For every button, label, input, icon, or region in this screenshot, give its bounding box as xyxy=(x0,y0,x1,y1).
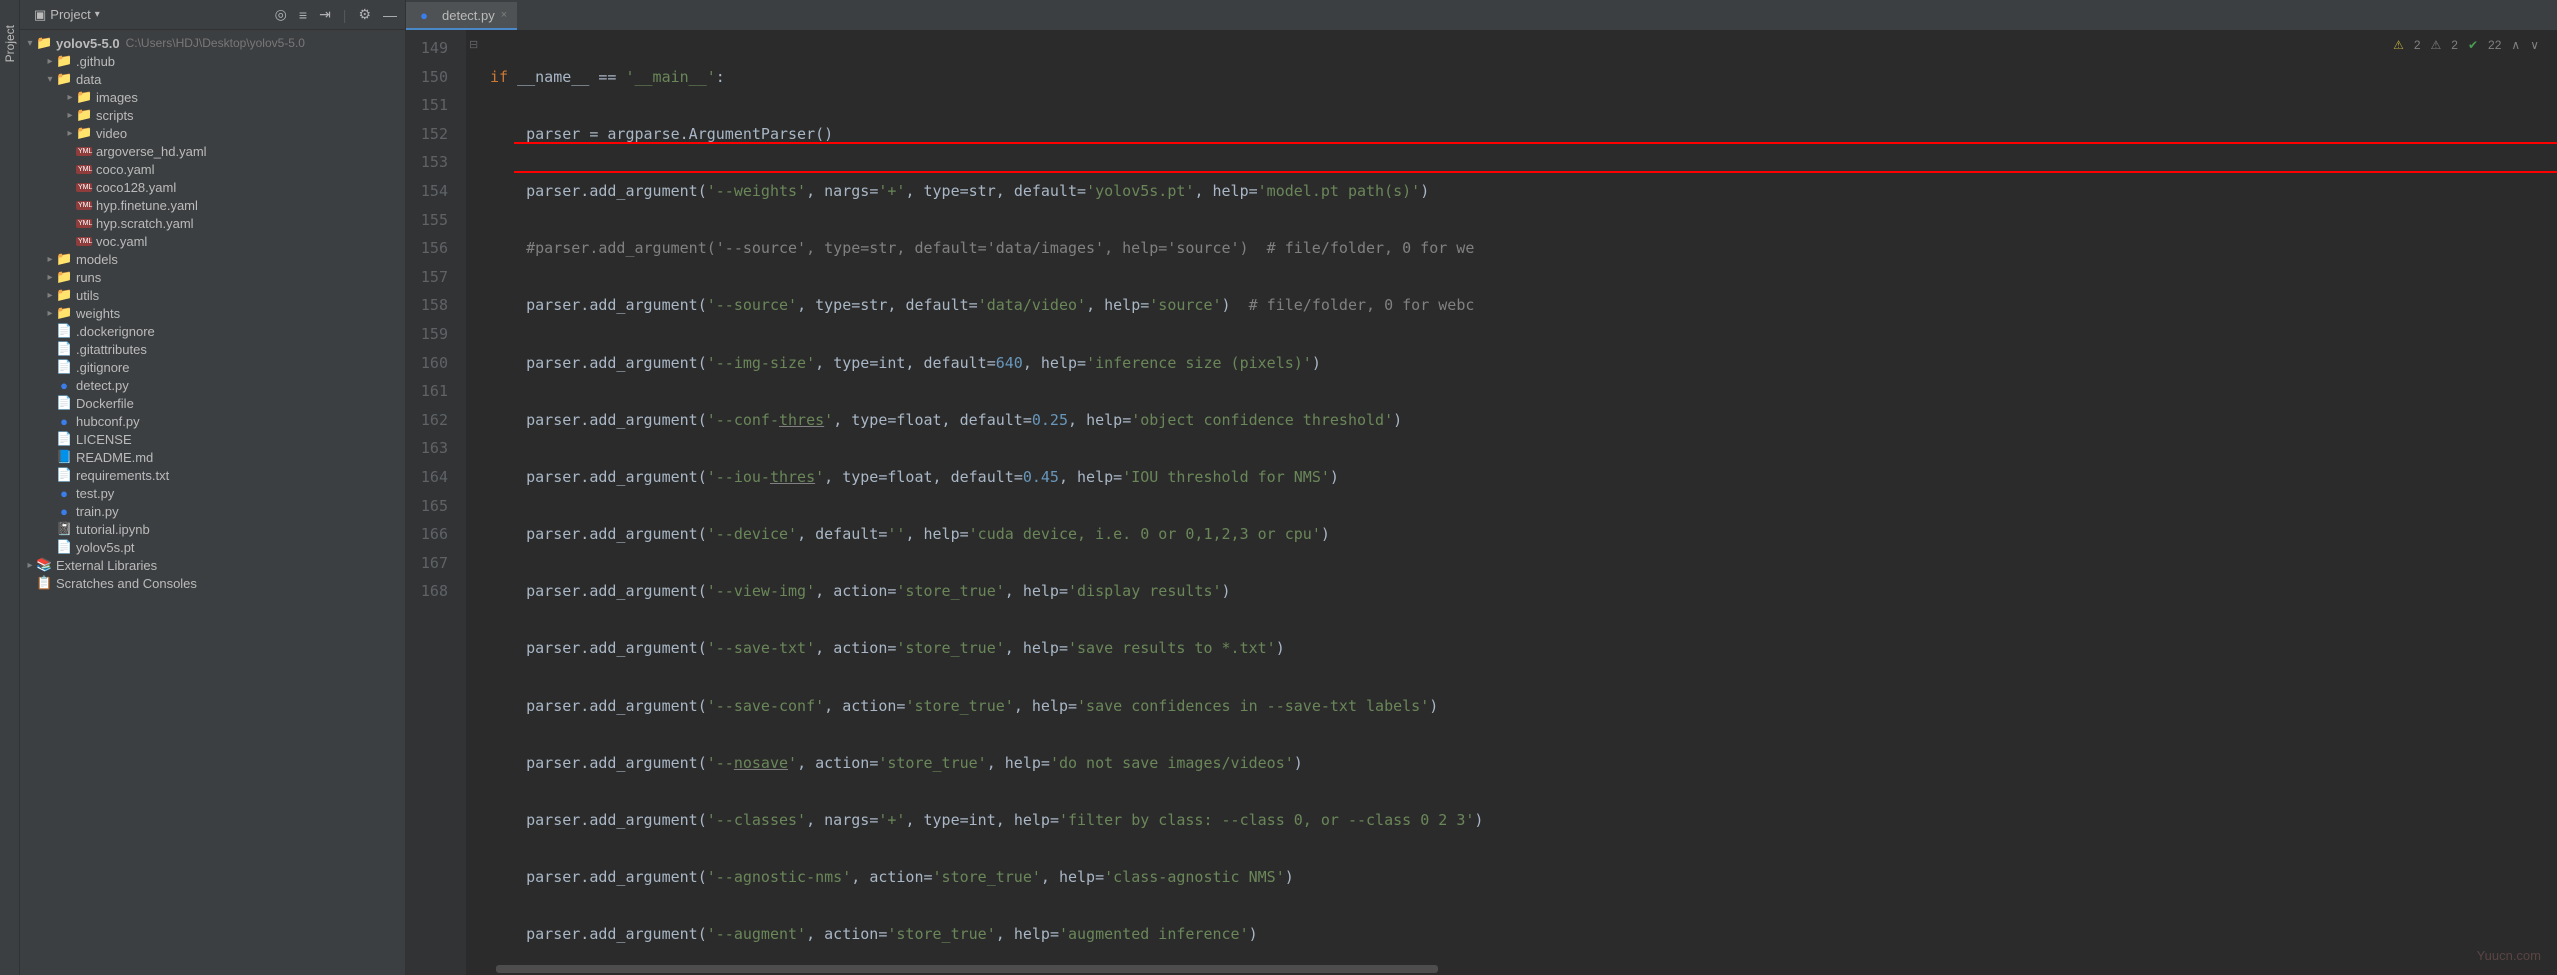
chevron-down-icon[interactable]: ∨ xyxy=(2530,38,2539,52)
project-sidebar: ▣ Project ▾ ◎ ≡ ⇥ | ⚙ — 📁yolov5-5.0C:\Us… xyxy=(20,0,406,975)
horizontal-scrollbar[interactable] xyxy=(496,963,2543,975)
chevron-down-icon: ▾ xyxy=(95,9,100,20)
file-tab-detect[interactable]: ● detect.py × xyxy=(406,2,517,30)
tree-voc[interactable]: YMLvoc.yaml xyxy=(20,232,405,250)
ln-164: 164 xyxy=(406,463,466,492)
code-area[interactable]: if __name__ == '__main__': parser = argp… xyxy=(490,30,2557,975)
tree-detect[interactable]: ●detect.py xyxy=(20,376,405,394)
ln-151: 151 xyxy=(406,91,466,120)
tree-requirements[interactable]: 📄requirements.txt xyxy=(20,466,405,484)
project-dropdown[interactable]: ▣ Project ▾ xyxy=(28,5,106,25)
tree-data[interactable]: 📁data xyxy=(20,70,405,88)
tree-extlib[interactable]: 📚External Libraries xyxy=(20,556,405,574)
ln-153: 153 xyxy=(406,148,466,177)
ln-168: 168 xyxy=(406,577,466,606)
tree-coco128[interactable]: YMLcoco128.yaml xyxy=(20,178,405,196)
vert-tab-label: Project xyxy=(3,20,17,67)
tab-filename: detect.py xyxy=(442,8,495,23)
collapse-icon[interactable]: ⇥ xyxy=(319,6,331,23)
ln-159: 159 xyxy=(406,320,466,349)
tree-argoverse[interactable]: YMLargoverse_hd.yaml xyxy=(20,142,405,160)
tree-hypscratch[interactable]: YMLhyp.scratch.yaml xyxy=(20,214,405,232)
tree-scripts[interactable]: 📁scripts xyxy=(20,106,405,124)
warn-count-1: 2 xyxy=(2414,38,2421,52)
ln-156: 156 xyxy=(406,234,466,263)
ln-160: 160 xyxy=(406,349,466,378)
scrollbar-thumb[interactable] xyxy=(496,965,1438,973)
tree-gitignore[interactable]: 📄.gitignore xyxy=(20,358,405,376)
tree-video[interactable]: 📁video xyxy=(20,124,405,142)
tree-coco[interactable]: YMLcoco.yaml xyxy=(20,160,405,178)
editor-body[interactable]: 149 150 151 152 153 154 155 156 157 158 … xyxy=(406,30,2557,975)
tree-gitattributes[interactable]: 📄.gitattributes xyxy=(20,340,405,358)
line-gutter[interactable]: 149 150 151 152 153 154 155 156 157 158 … xyxy=(406,30,466,975)
tree-models[interactable]: 📁models xyxy=(20,250,405,268)
ln-155: 155 xyxy=(406,206,466,235)
inspection-status[interactable]: ⚠ 2 ⚠ 2 ✔ 22 ∧ ∨ xyxy=(2393,38,2539,52)
ln-154: 154 xyxy=(406,177,466,206)
ln-158: 158 xyxy=(406,291,466,320)
ln-150: 150 xyxy=(406,63,466,92)
expand-icon[interactable]: ≡ xyxy=(299,7,307,23)
tree-scratches[interactable]: 📋Scratches and Consoles xyxy=(20,574,405,592)
ln-167: 167 xyxy=(406,549,466,578)
tree-utils[interactable]: 📁utils xyxy=(20,286,405,304)
ln-162: 162 xyxy=(406,406,466,435)
tree-trainpy[interactable]: ●train.py xyxy=(20,502,405,520)
project-icon: ▣ xyxy=(34,7,46,23)
project-vert-tab[interactable]: Project xyxy=(0,0,20,975)
tree-weights[interactable]: 📁weights xyxy=(20,304,405,322)
tree-dockerignore[interactable]: 📄.dockerignore xyxy=(20,322,405,340)
tree-hypfine[interactable]: YMLhyp.finetune.yaml xyxy=(20,196,405,214)
ln-161: 161 xyxy=(406,377,466,406)
tree-root[interactable]: 📁yolov5-5.0C:\Users\HDJ\Desktop\yolov5-5… xyxy=(20,34,405,52)
ln-163: 163 xyxy=(406,434,466,463)
warning-icon: ⚠ xyxy=(2393,38,2404,52)
tree-license[interactable]: 📄LICENSE xyxy=(20,430,405,448)
sidebar-toolbar: ▣ Project ▾ ◎ ≡ ⇥ | ⚙ — xyxy=(20,0,405,30)
root-path: C:\Users\HDJ\Desktop\yolov5-5.0 xyxy=(126,36,305,50)
tree-images[interactable]: 📁images xyxy=(20,88,405,106)
tree-runs[interactable]: 📁runs xyxy=(20,268,405,286)
divider: | xyxy=(343,7,347,23)
tree-testpy[interactable]: ●test.py xyxy=(20,484,405,502)
tree-github[interactable]: 📁.github xyxy=(20,52,405,70)
tree-yolov5spt[interactable]: 📄yolov5s.pt xyxy=(20,538,405,556)
tree-hubconf[interactable]: ●hubconf.py xyxy=(20,412,405,430)
check-icon: ✔ xyxy=(2468,38,2478,52)
ln-165: 165 xyxy=(406,492,466,521)
ln-152: 152 xyxy=(406,120,466,149)
tab-bar: ● detect.py × xyxy=(406,0,2557,30)
locate-icon[interactable]: ◎ xyxy=(275,6,287,23)
root-name: yolov5-5.0 xyxy=(56,36,120,51)
python-icon: ● xyxy=(416,8,432,23)
tree-tutorial[interactable]: 📓tutorial.ipynb xyxy=(20,520,405,538)
ln-157: 157 xyxy=(406,263,466,292)
tree-dockerfile[interactable]: 📄Dockerfile xyxy=(20,394,405,412)
close-icon[interactable]: × xyxy=(501,9,507,21)
fold-icon[interactable]: ⊟ xyxy=(469,38,478,51)
ok-count: 22 xyxy=(2488,38,2501,52)
project-tree[interactable]: 📁yolov5-5.0C:\Users\HDJ\Desktop\yolov5-5… xyxy=(20,30,405,975)
minimize-icon[interactable]: — xyxy=(383,7,397,23)
ln-149: 149 xyxy=(406,34,466,63)
warn-count-2: 2 xyxy=(2451,38,2458,52)
weak-warning-icon: ⚠ xyxy=(2431,38,2442,52)
ln-166: 166 xyxy=(406,520,466,549)
project-label: Project xyxy=(50,7,90,22)
editor-area: ● detect.py × ⚠ 2 ⚠ 2 ✔ 22 ∧ ∨ 149 150 151 … xyxy=(406,0,2557,975)
annotation-redline-1 xyxy=(514,142,2557,144)
gear-icon[interactable]: ⚙ xyxy=(358,6,371,23)
watermark: Yuucn.com xyxy=(2477,948,2541,963)
annotation-redline-2 xyxy=(514,171,2557,173)
fold-column[interactable]: ⊟ xyxy=(466,30,490,975)
chevron-up-icon[interactable]: ∧ xyxy=(2511,38,2520,52)
tree-readme[interactable]: 📘README.md xyxy=(20,448,405,466)
